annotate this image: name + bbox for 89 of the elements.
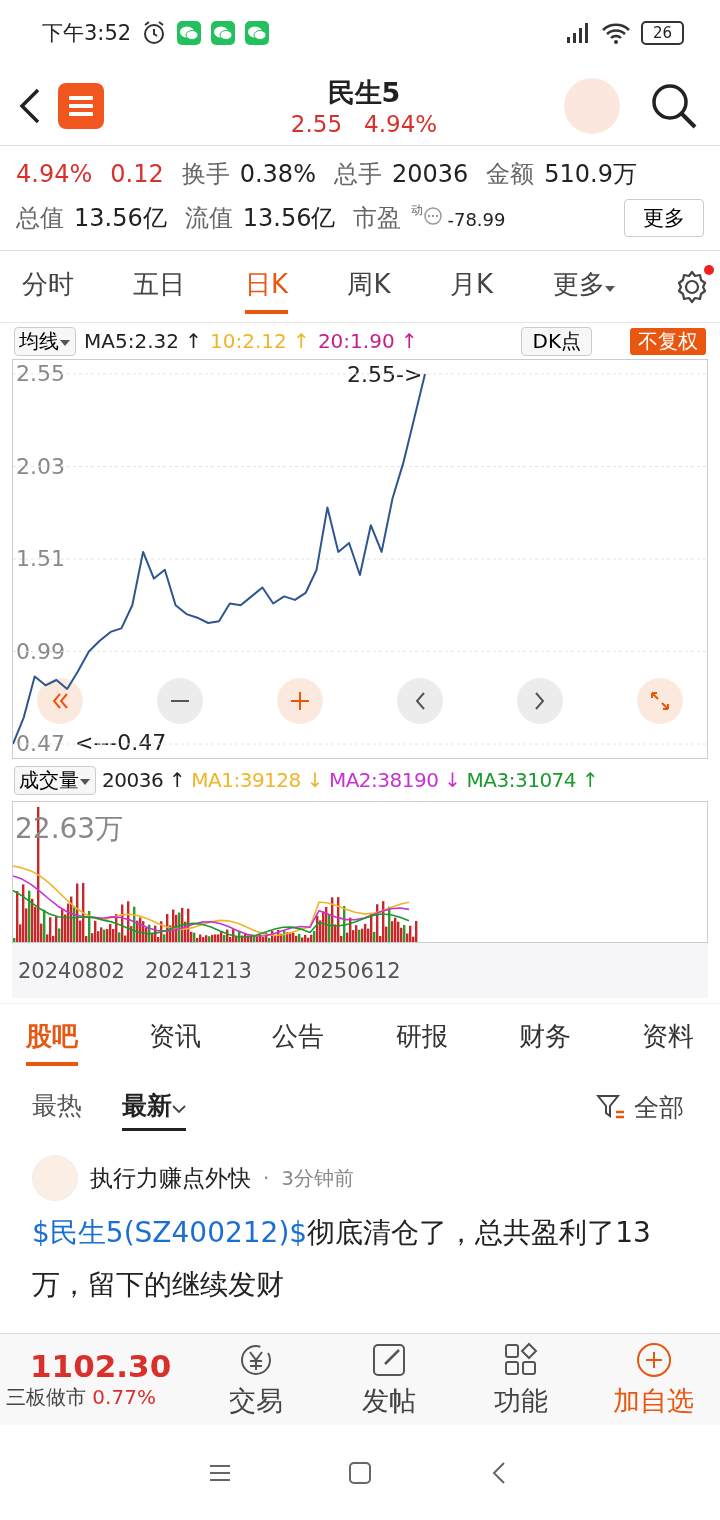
stat-label: 总值 [16,204,64,232]
news-tab[interactable]: 财务 [518,1011,571,1066]
rewind-button[interactable] [37,678,83,724]
battery-level: 26 [640,21,684,45]
expand-icon [651,692,669,710]
stat-value: 510.9万 [544,160,637,188]
axis-label: 2.03 [16,453,65,479]
date-label: 20241213 [144,958,252,983]
separator-dot: · [263,1166,270,1190]
toolbar-button[interactable]: 交易 [190,1339,323,1420]
stat-label: 金额 [486,160,535,188]
stock-name: 民生5 [327,75,401,110]
volume-selector[interactable]: 成交量 [14,765,96,795]
indicator-value: 10:2.12 ↑ [210,329,310,353]
toolbar-button[interactable]: 功能 [455,1339,588,1420]
price-change: 4.94% [364,110,438,137]
more-button[interactable]: 更多 [624,199,704,237]
zoom-in-icon [291,692,309,710]
indicator-value: MA3:31074 ↑ [466,768,599,792]
date-label: 20250612 [293,958,401,983]
chart-tab[interactable]: 更多 [552,259,615,314]
indicator-value: 20036 ↑ [102,768,186,792]
index-value: 1102.30 [29,1348,173,1384]
stat-value: 20036 [391,160,469,188]
caret-icon [59,337,71,348]
price-annotation: <---0.47 [75,730,167,755]
add-icon [634,1340,673,1379]
stat-label: 总手 [333,160,382,188]
chart-tab[interactable]: 分时 [22,259,74,314]
stat-value: 13.56亿 [74,204,167,232]
adjust-label[interactable]: 不复权 [630,327,706,355]
zoom-in-button[interactable] [277,678,323,724]
toolbar-button[interactable]: 发帖 [322,1339,455,1420]
news-tab[interactable]: 股吧 [26,1011,78,1066]
post-text[interactable]: $民生5(SZ400212)$彻底清仓了，总共盈利了13万，留下的继续发财 [32,1207,690,1311]
axis-label: 1.51 [16,546,65,571]
author-name[interactable]: 执行力赚点外快 [90,1162,251,1194]
news-tab[interactable]: 资讯 [149,1011,202,1066]
chart-tab[interactable]: 日K [244,259,288,314]
expand-button[interactable] [637,678,683,724]
news-tab[interactable]: 公告 [272,1011,325,1066]
app-logo [58,82,104,129]
indicator-value: MA1:39128 ↓ [191,768,323,792]
indicator-selector[interactable]: 均线 [14,326,76,356]
index-change: 0.77% [92,1385,156,1409]
status-time: 下午3:52 [42,20,132,47]
chart-tab[interactable]: 月K [450,259,494,314]
axis-label: 0.99 [16,638,65,664]
stat-value: 0.12 [110,160,164,188]
caret-icon [79,776,91,787]
indicator-value: MA2:38190 ↓ [328,768,461,792]
stock-link[interactable]: $民生5(SZ400212)$ [32,1216,308,1249]
stat-label: 市盈 [353,204,402,232]
previous-icon [415,692,425,710]
chevron-down-icon [172,1104,186,1114]
axis-label: 0.47 [16,731,65,756]
chart-tab[interactable]: 五日 [133,259,186,314]
wifi-icon [600,21,631,45]
more-icon [423,206,444,226]
stat-label: 换手 [181,160,230,188]
index-name: 三板做市 [6,1385,86,1409]
price-annotation: 2.55-> [347,362,423,387]
stat-value: 0.38% [239,160,316,188]
axis-label: 2.55 [16,361,65,386]
chat-app-icon [211,21,236,45]
indicator-value: 20:1.90 ↑ [317,329,418,353]
date-label: 20240802 [18,958,125,983]
news-tab[interactable]: 研报 [395,1011,448,1066]
caret-icon [604,285,615,293]
news-tab[interactable]: 资料 [641,1011,694,1066]
stock-price: 2.55 [290,110,343,137]
sort-tab[interactable]: 最热 [32,1083,82,1131]
stat-superscript: 动 [411,203,424,217]
chat-app-icon [177,21,202,45]
chart-tab[interactable]: 周K [347,259,391,314]
search-icon[interactable] [650,81,698,130]
filter-button[interactable]: 全部 [590,1089,690,1125]
rewind-icon [51,693,69,709]
dk-toggle[interactable]: DK点 [521,326,592,356]
home-icon[interactable] [348,1461,372,1485]
stat-value: 4.94% [16,160,93,188]
stat-label: 流值 [184,204,233,232]
post-time: 3分钟前 [281,1164,355,1192]
chat-app-icon [245,21,270,45]
stat-value: 13.56亿 [242,204,336,232]
stat-value: -78.99 [447,209,506,230]
sort-tab[interactable]: 最新 [122,1083,186,1131]
indicator-value: MA5:2.32 ↑ [84,329,203,353]
next-icon [535,692,545,710]
